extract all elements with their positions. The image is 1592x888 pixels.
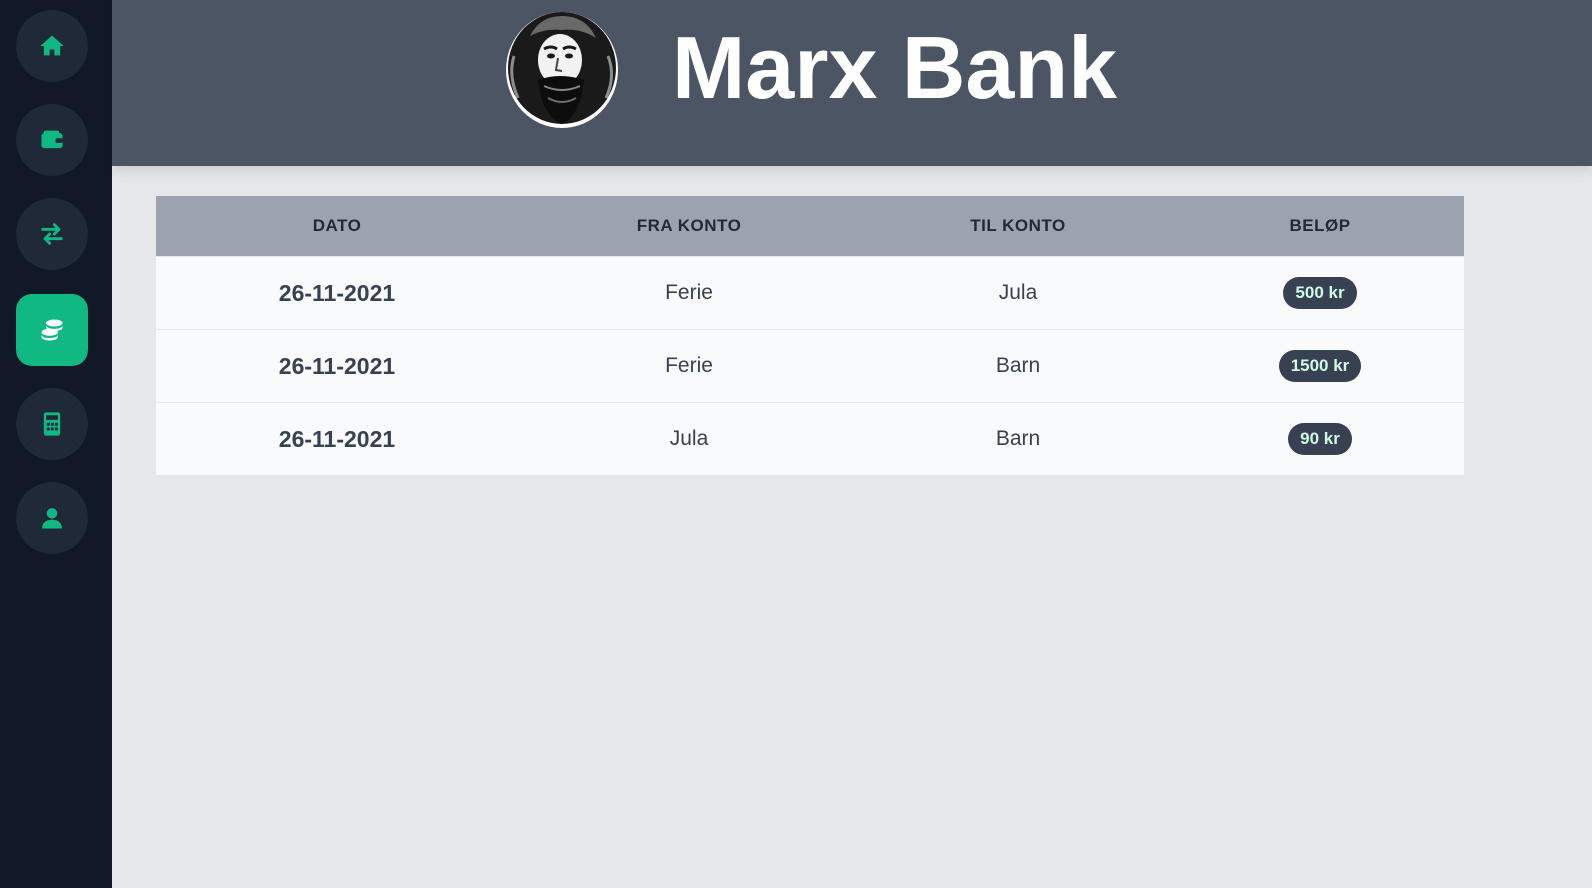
cell-to-account: Barn xyxy=(995,354,1041,377)
cell-date: 26-11-2021 xyxy=(278,425,396,452)
table-row: 26-11-2021 Ferie Jula 500 kr xyxy=(156,256,1464,329)
cell-from-account: Ferie xyxy=(665,281,713,304)
table-row: 26-11-2021 Ferie Barn 1500 kr xyxy=(156,329,1464,402)
cell-to-account: Barn xyxy=(995,427,1041,450)
sidebar-item-profile[interactable] xyxy=(16,482,88,554)
cell-date: 26-11-2021 xyxy=(278,279,396,306)
wallet-icon xyxy=(38,126,66,154)
transfer-arrows-icon xyxy=(38,220,66,248)
sidebar-item-wallet[interactable] xyxy=(16,104,88,176)
column-header-date: DATO xyxy=(312,216,362,235)
marx-portrait-logo xyxy=(500,6,624,130)
cell-to-account: Jula xyxy=(998,281,1038,304)
amount-badge: 90 kr xyxy=(1288,423,1352,455)
home-icon xyxy=(38,32,66,60)
cell-date: 26-11-2021 xyxy=(278,352,396,379)
cell-amount: 90 kr xyxy=(1176,423,1464,455)
transactions-table: DATO FRA KONTO TIL KONTO BELØP 26-11-202… xyxy=(156,196,1464,475)
sidebar-item-home[interactable] xyxy=(16,10,88,82)
cell-amount: 500 kr xyxy=(1176,277,1464,309)
coins-icon xyxy=(38,316,66,344)
header: Marx Bank xyxy=(112,0,1592,166)
user-icon xyxy=(38,504,66,532)
amount-badge: 500 kr xyxy=(1283,277,1357,309)
app-title: Marx Bank xyxy=(672,18,1118,117)
sidebar-item-transfer[interactable] xyxy=(16,198,88,270)
column-header-to-account: TIL KONTO xyxy=(970,216,1066,235)
cell-amount: 1500 kr xyxy=(1176,350,1464,382)
cell-from-account: Jula xyxy=(669,427,709,450)
table-row: 26-11-2021 Jula Barn 90 kr xyxy=(156,402,1464,475)
calculator-icon xyxy=(38,410,66,438)
sidebar-item-calculator[interactable] xyxy=(16,388,88,460)
sidebar-item-transactions[interactable] xyxy=(16,294,88,366)
sidebar xyxy=(0,0,112,888)
amount-badge: 1500 kr xyxy=(1278,350,1362,382)
column-header-amount: BELØP xyxy=(1289,216,1351,235)
cell-from-account: Ferie xyxy=(665,354,713,377)
table-header-row: DATO FRA KONTO TIL KONTO BELØP xyxy=(156,196,1464,256)
column-header-from-account: FRA KONTO xyxy=(636,216,742,235)
